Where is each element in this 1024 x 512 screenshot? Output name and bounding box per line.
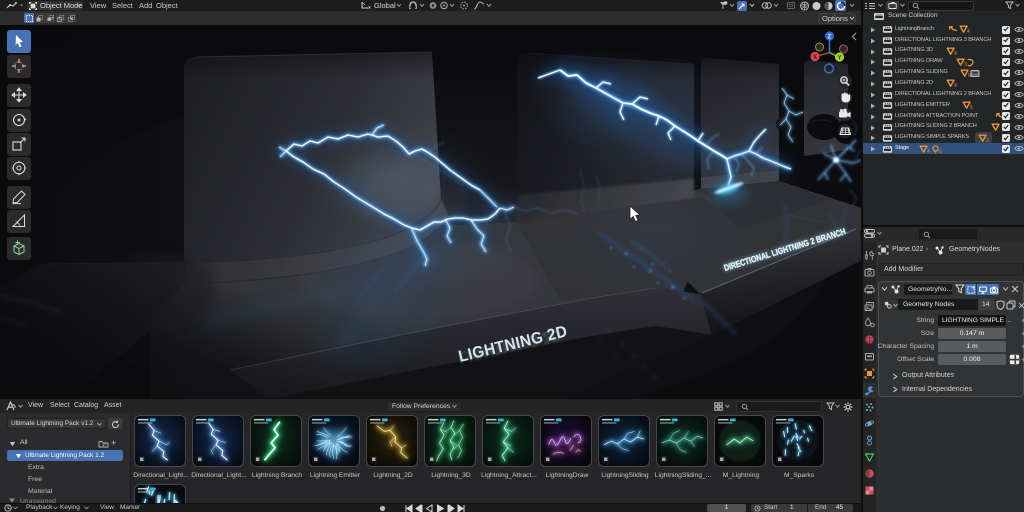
svg-text:Z: Z [828,35,832,41]
svg-text:Y: Y [837,56,841,62]
svg-text:X: X [813,55,817,61]
svg-text:↶: ↶ [102,443,106,449]
